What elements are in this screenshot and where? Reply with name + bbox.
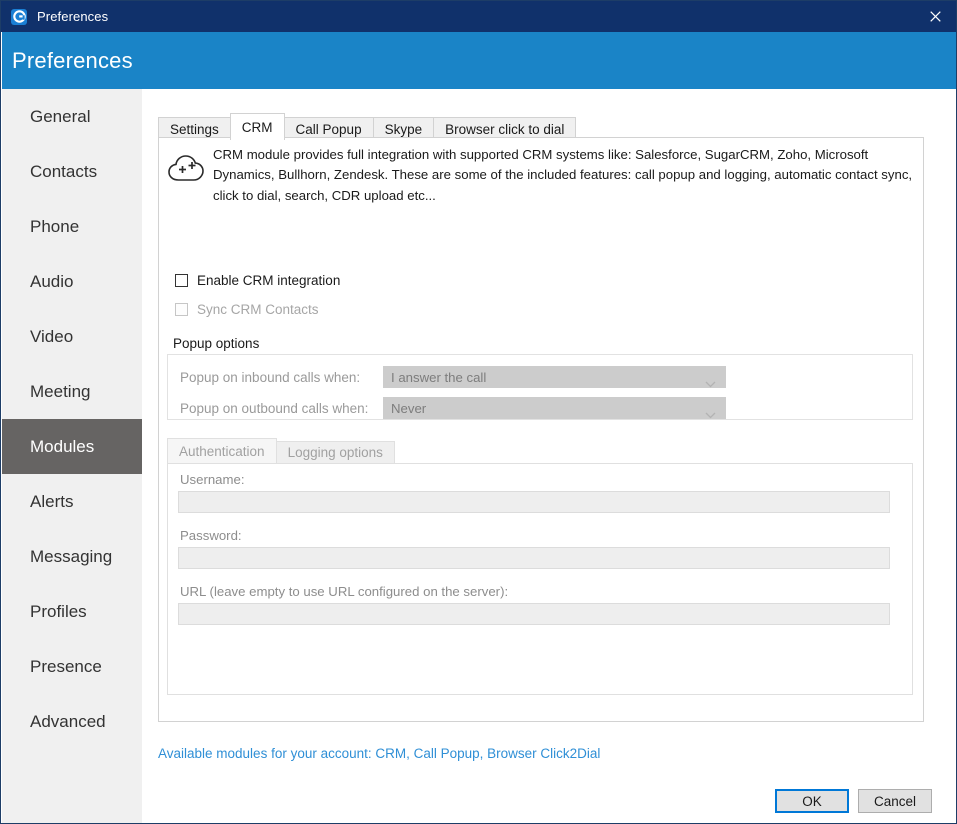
chevron-down-icon	[705, 375, 716, 393]
url-input[interactable]	[178, 603, 890, 625]
popup-options-group: Popup on inbound calls when: I answer th…	[167, 354, 913, 420]
tab-label: CRM	[241, 119, 273, 135]
sidebar-item-label: Meeting	[30, 381, 91, 401]
crm-description-text: CRM module provides full integration wit…	[213, 147, 913, 203]
titlebar: Preferences	[1, 1, 956, 32]
page-header: Preferences	[2, 32, 956, 89]
checkbox-label: Enable CRM integration	[197, 273, 341, 288]
enable-crm-integration-checkbox[interactable]: Enable CRM integration	[175, 273, 340, 288]
popup-outbound-row: Popup on outbound calls when: Never	[180, 397, 726, 419]
tab-label: Browser click to dial	[445, 121, 565, 137]
cancel-button-label: Cancel	[873, 793, 917, 809]
sidebar-item-general[interactable]: General	[2, 89, 142, 144]
sidebar-item-modules[interactable]: Modules	[2, 419, 142, 474]
sidebar-item-advanced[interactable]: Advanced	[2, 694, 142, 749]
checkbox-box	[175, 274, 188, 287]
sidebar-item-label: Modules	[30, 436, 95, 456]
sidebar-item-label: Video	[30, 326, 74, 346]
sidebar-item-meeting[interactable]: Meeting	[2, 364, 142, 419]
page-title: Preferences	[12, 47, 133, 73]
app-logo-icon	[11, 8, 27, 25]
sidebar-item-contacts[interactable]: Contacts	[2, 144, 142, 199]
popup-inbound-select[interactable]: I answer the call	[383, 366, 726, 388]
available-modules-link[interactable]: Available modules for your account: CRM,…	[158, 746, 600, 761]
popup-inbound-value: I answer the call	[391, 369, 487, 385]
popup-options-group-label: Popup options	[173, 336, 260, 351]
ok-button-label: OK	[802, 793, 822, 809]
sidebar-item-messaging[interactable]: Messaging	[2, 529, 142, 584]
sidebar-item-label: Presence	[30, 656, 102, 676]
close-icon[interactable]	[912, 1, 956, 32]
sidebar-item-profiles[interactable]: Profiles	[2, 584, 142, 639]
sidebar-item-video[interactable]: Video	[2, 309, 142, 364]
cloud-plus-icon	[167, 145, 213, 206]
cancel-button[interactable]: Cancel	[858, 789, 932, 813]
authentication-panel: Username: Password: URL (leave empty to …	[167, 463, 913, 695]
crm-description-block: CRM module provides full integration wit…	[167, 145, 917, 206]
tab-logging-options[interactable]: Logging options	[275, 441, 395, 463]
tab-label: Call Popup	[295, 121, 362, 137]
sidebar-item-audio[interactable]: Audio	[2, 254, 142, 309]
sidebar-item-phone[interactable]: Phone	[2, 199, 142, 254]
checkbox-box	[175, 303, 188, 316]
popup-inbound-row: Popup on inbound calls when: I answer th…	[180, 366, 726, 388]
popup-inbound-label: Popup on inbound calls when:	[180, 369, 361, 385]
inner-tab-label: Logging options	[287, 445, 383, 460]
preferences-window: Preferences Preferences General Contacts…	[0, 0, 957, 824]
sidebar-item-label: Profiles	[30, 601, 87, 621]
inner-tab-bar: Authentication Logging options	[167, 438, 395, 463]
password-input[interactable]	[178, 547, 890, 569]
tab-authentication[interactable]: Authentication	[167, 438, 277, 463]
sidebar-item-label: General	[30, 106, 91, 126]
username-label: Username:	[180, 472, 245, 487]
sync-crm-contacts-checkbox[interactable]: Sync CRM Contacts	[175, 302, 319, 317]
popup-outbound-select[interactable]: Never	[383, 397, 726, 419]
sidebar: General Contacts Phone Audio Video Meeti…	[2, 89, 142, 823]
sidebar-item-presence[interactable]: Presence	[2, 639, 142, 694]
crm-tab-panel: CRM module provides full integration wit…	[158, 137, 924, 722]
sidebar-item-alerts[interactable]: Alerts	[2, 474, 142, 529]
sidebar-item-label: Audio	[30, 271, 74, 291]
popup-outbound-value: Never	[391, 400, 427, 416]
url-label: URL (leave empty to use URL configured o…	[180, 584, 509, 599]
sidebar-item-label: Contacts	[30, 161, 98, 181]
sidebar-item-label: Phone	[30, 216, 80, 236]
sidebar-item-label: Advanced	[30, 711, 106, 731]
password-label: Password:	[180, 528, 242, 543]
tab-label: Settings	[170, 121, 219, 137]
popup-outbound-label: Popup on outbound calls when:	[180, 400, 369, 416]
username-input[interactable]	[178, 491, 890, 513]
inner-tab-label: Authentication	[179, 443, 265, 459]
sidebar-item-label: Messaging	[30, 546, 113, 566]
tab-crm[interactable]: CRM	[229, 113, 285, 140]
content-area: Settings CRM Call Popup Skype Browser cl…	[142, 89, 956, 823]
sidebar-item-label: Alerts	[30, 491, 74, 511]
chevron-down-icon	[705, 406, 716, 424]
ok-button[interactable]: OK	[775, 789, 849, 813]
titlebar-title: Preferences	[37, 9, 109, 24]
tab-label: Skype	[384, 121, 423, 137]
checkbox-label: Sync CRM Contacts	[197, 302, 319, 317]
